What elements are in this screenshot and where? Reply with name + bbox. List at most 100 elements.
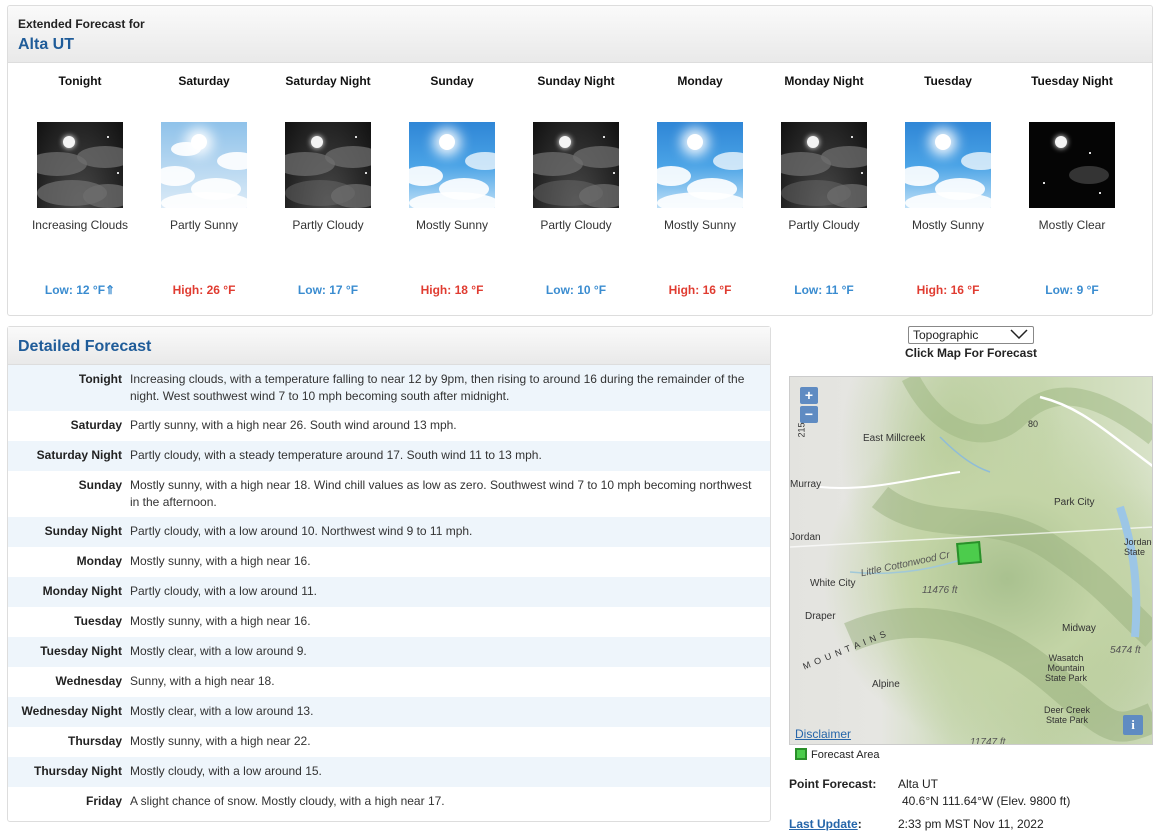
period-short-desc: Partly Cloudy bbox=[540, 218, 612, 232]
forecast-period: Tuesday Mostly Sunny High: 16 °F bbox=[886, 73, 1010, 297]
detailed-forecast-header: Detailed Forecast bbox=[8, 327, 770, 365]
map-layer-select[interactable]: Topographic bbox=[908, 326, 1034, 344]
map-label-midway: Midway bbox=[1062, 623, 1096, 634]
period-short-desc: Mostly Clear bbox=[1038, 218, 1106, 232]
row-label: Saturday bbox=[70, 418, 122, 432]
map-label-wasatch-park: Wasatch Mountain State Park bbox=[1044, 653, 1088, 683]
row-text: Mostly sunny, with a high near 18. Wind … bbox=[130, 478, 752, 509]
period-name: Monday Night bbox=[784, 74, 864, 88]
period-name: Saturday Night bbox=[285, 74, 371, 88]
map-label-elev-11747: 11747 ft bbox=[970, 737, 1006, 745]
map-label-jordan: Jordan bbox=[790, 532, 821, 543]
row-text: Partly cloudy, with a low around 10. Nor… bbox=[130, 524, 473, 538]
forecast-row: Saturday Partly sunny, with a high near 2… bbox=[8, 411, 770, 441]
period-name: Sunday Night bbox=[537, 74, 615, 88]
forecast-row: Monday Mostly sunny, with a high near 16. bbox=[8, 547, 770, 577]
map-layer-value: Topographic bbox=[913, 328, 979, 342]
period-short-desc: Partly Sunny bbox=[169, 218, 239, 232]
partly-cloudy-night-icon bbox=[533, 122, 619, 208]
forecast-row: Tuesday Mostly sunny, with a high near 16… bbox=[8, 607, 770, 637]
row-label: Sunday Night bbox=[44, 524, 122, 538]
forecast-row: Thursday Night Mostly cloudy, with a low … bbox=[8, 757, 770, 787]
partly-cloudy-night-icon bbox=[285, 122, 371, 208]
map-label-highway-215: 215 bbox=[796, 422, 807, 438]
map-label-deer-creek: Deer Creek State Park bbox=[1043, 705, 1090, 725]
partly-cloudy-night-icon bbox=[781, 122, 867, 208]
mostly-sunny-icon bbox=[905, 122, 991, 208]
detailed-forecast-table: Tonight Increasing clouds, with a tempera… bbox=[8, 365, 770, 817]
row-text: Increasing clouds, with a temperature fa… bbox=[130, 372, 745, 403]
row-text: Mostly clear, with a low around 13. bbox=[130, 704, 314, 718]
row-label: Wednesday bbox=[55, 674, 122, 688]
row-text: Mostly sunny, with a high near 16. bbox=[130, 554, 311, 568]
extended-forecast-panel: Extended Forecast for Alta UT Tonight Inc… bbox=[7, 5, 1153, 316]
map-label-murray: Murray bbox=[790, 479, 822, 490]
row-label: Saturday Night bbox=[36, 448, 122, 462]
period-temp: Low: 12 °F⇑ bbox=[44, 283, 116, 297]
forecast-period: Saturday Night Partly Cloudy Low: 17 °F bbox=[266, 73, 390, 297]
row-label: Tonight bbox=[78, 372, 122, 386]
row-text: Mostly clear, with a low around 9. bbox=[130, 644, 307, 658]
forecast-row: Monday Night Partly cloudy, with a low ar… bbox=[8, 577, 770, 607]
detailed-forecast-panel: Detailed Forecast Tonight Increasing clou… bbox=[7, 326, 771, 822]
mostly-sunny-icon bbox=[409, 122, 495, 208]
forecast-row: Friday A slight chance of snow. Mostly cl… bbox=[8, 787, 770, 817]
forecast-period: Sunday Night Partly Cloudy Low: 10 °F bbox=[514, 73, 638, 297]
forecast-row: Tuesday Night Mostly clear, with a low ar… bbox=[8, 637, 770, 667]
map-label-park-city: Park City bbox=[1054, 497, 1095, 508]
row-text: Mostly sunny, with a high near 22. bbox=[130, 734, 311, 748]
point-forecast-coords: 40.6°N 111.64°W (Elev. 9800 ft) bbox=[902, 794, 1071, 808]
period-temp: High: 26 °F bbox=[172, 283, 236, 297]
row-text: Mostly sunny, with a high near 16. bbox=[130, 614, 311, 628]
forecast-row: Sunday Night Partly cloudy, with a low ar… bbox=[8, 517, 770, 547]
forecast-row: Wednesday Sunny, with a high near 18. bbox=[8, 667, 770, 697]
row-text: Mostly cloudy, with a low around 15. bbox=[130, 764, 322, 778]
forecast-area-marker[interactable] bbox=[956, 540, 982, 566]
period-name: Monday bbox=[677, 74, 723, 88]
forecast-period: Sunday Mostly Sunny High: 18 °F bbox=[390, 73, 514, 297]
forecast-period: Tonight Increasing Clouds Low: 12 °F⇑ bbox=[18, 73, 142, 297]
row-label: Thursday bbox=[67, 734, 122, 748]
point-forecast-name: Alta UT bbox=[898, 777, 939, 791]
zoom-out-button[interactable]: − bbox=[800, 406, 818, 423]
mostly-sunny-icon bbox=[657, 122, 743, 208]
forecast-period: Saturday Partly Sunny High: 26 °F bbox=[142, 73, 266, 297]
disclaimer-link[interactable]: Disclaimer bbox=[795, 727, 851, 741]
map-label-elev-11476: 11476 ft bbox=[922, 585, 958, 596]
period-short-desc: Increasing Clouds bbox=[31, 218, 129, 232]
period-short-desc: Partly Cloudy bbox=[788, 218, 860, 232]
last-update-link[interactable]: Last Update bbox=[789, 817, 858, 831]
forecast-period: Tuesday Night Mostly Clear Low: 9 °F bbox=[1010, 73, 1134, 297]
forecast-period: Monday Mostly Sunny High: 16 °F bbox=[638, 73, 762, 297]
map-label-east-millcreek: East Millcreek bbox=[863, 433, 926, 444]
period-short-desc: Mostly Sunny bbox=[415, 218, 489, 232]
zoom-in-button[interactable]: + bbox=[800, 387, 818, 404]
info-icon[interactable]: i bbox=[1123, 715, 1143, 735]
row-label: Sunday bbox=[78, 478, 122, 492]
period-name: Tuesday Night bbox=[1031, 74, 1113, 88]
detailed-forecast-title: Detailed Forecast bbox=[18, 338, 152, 355]
partly-sunny-icon bbox=[161, 122, 247, 208]
period-temp: High: 16 °F bbox=[916, 283, 980, 297]
increasing-clouds-night-icon bbox=[37, 122, 123, 208]
map-label-jordanelle: Jordanelle State bbox=[1124, 537, 1152, 557]
forecast-row: Wednesday Night Mostly clear, with a low … bbox=[8, 697, 770, 727]
point-forecast-label: Point Forecast: bbox=[789, 777, 877, 791]
period-temp: High: 16 °F bbox=[668, 283, 732, 297]
last-update-label: Last Update: bbox=[789, 817, 862, 831]
row-text: A slight chance of snow. Mostly cloudy, … bbox=[130, 794, 445, 808]
period-temp: Low: 10 °F bbox=[545, 283, 607, 297]
forecast-row: Tonight Increasing clouds, with a tempera… bbox=[8, 365, 770, 411]
row-label: Thursday Night bbox=[33, 764, 122, 778]
row-label: Wednesday Night bbox=[21, 704, 122, 718]
forecast-row: Sunday Mostly sunny, with a high near 18.… bbox=[8, 471, 770, 517]
row-text: Partly sunny, with a high near 26. South… bbox=[130, 418, 457, 432]
map-label-elev-5474: 5474 ft bbox=[1110, 645, 1141, 656]
forecast-map[interactable]: + − East Millcreek Murray Jordan White C… bbox=[789, 376, 1153, 745]
location-title: Alta UT bbox=[18, 36, 74, 53]
period-temp: Low: 11 °F bbox=[794, 283, 854, 297]
map-label-draper: Draper bbox=[805, 611, 836, 622]
row-label: Monday bbox=[76, 554, 122, 568]
row-text: Partly cloudy, with a steady temperature… bbox=[130, 448, 542, 462]
extended-forecast-header: Extended Forecast for Alta UT bbox=[8, 6, 1152, 63]
